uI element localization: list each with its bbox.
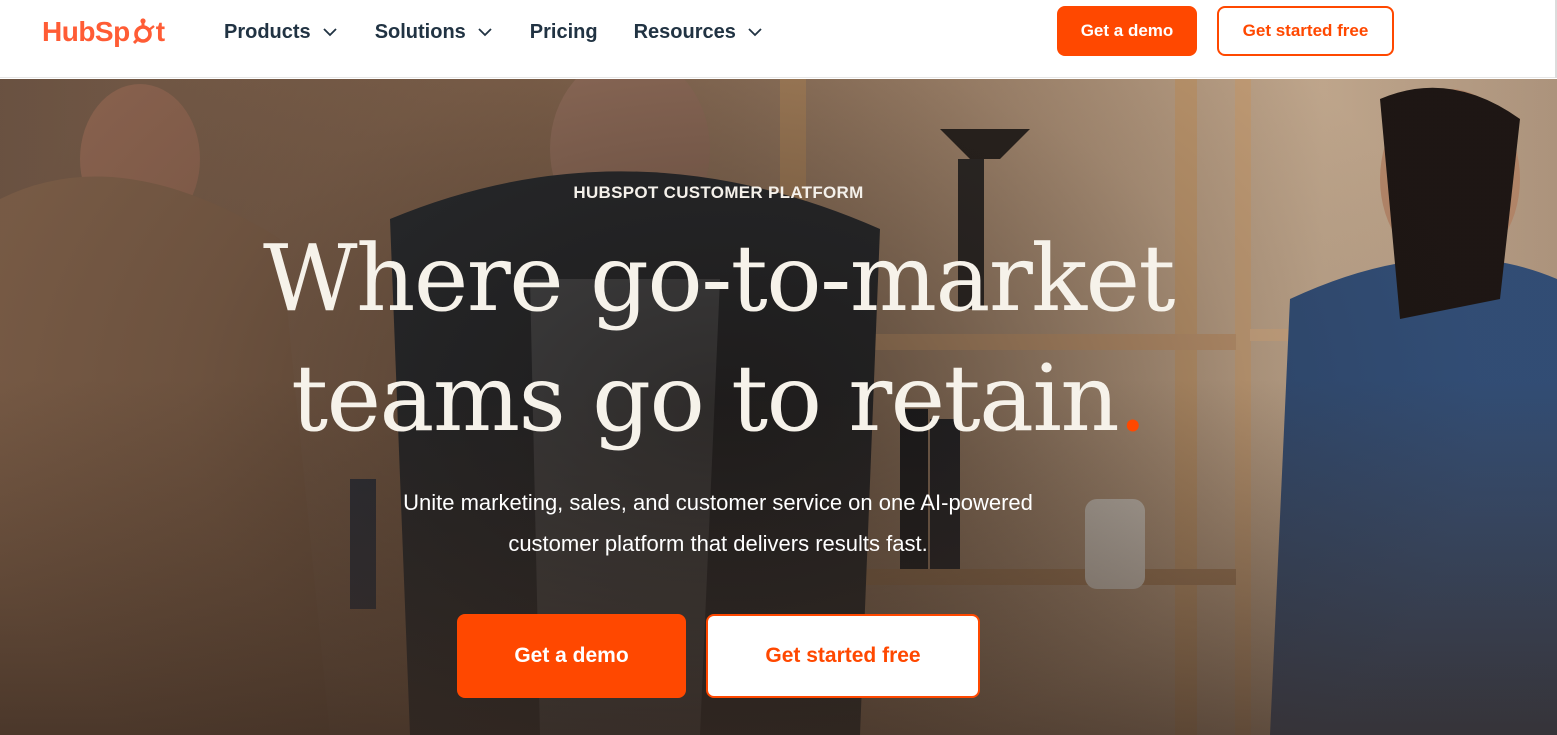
chevron-down-icon — [323, 28, 337, 37]
hero-subheadline: Unite marketing, sales, and customer ser… — [318, 482, 1118, 564]
nav-item-pricing[interactable]: Pricing — [530, 21, 598, 44]
nav-item-label: Products — [224, 20, 311, 43]
subhead-line-1: Unite marketing, sales, and customer ser… — [403, 490, 1033, 515]
logo-text-end: t — [155, 16, 165, 47]
subhead-line-2: customer platform that delivers results … — [508, 531, 928, 556]
hero-headline: Where go-to-market teams go to retain. — [200, 219, 1237, 459]
hubspot-logo[interactable]: HubSp t — [42, 14, 165, 50]
headline-accent-dot: . — [1118, 345, 1147, 452]
nav-item-label: Solutions — [374, 20, 466, 43]
hero-get-demo-button[interactable]: Get a demo — [457, 614, 686, 698]
headline-line-2: teams go to retain — [291, 345, 1120, 452]
nav-item-solutions[interactable]: Solutions — [375, 21, 494, 44]
nav-item-resources[interactable]: Resources — [634, 21, 764, 44]
chevron-down-icon — [748, 28, 762, 37]
nav-item-products[interactable]: Products — [224, 21, 339, 44]
top-navigation: HubSp t Products Solutions Pricing Resou… — [0, 0, 1557, 78]
chevron-down-icon — [478, 28, 492, 37]
headline-line-1: Where go-to-market — [263, 225, 1175, 332]
hero-eyebrow: HUBSPOT CUSTOMER PLATFORM — [573, 183, 864, 202]
main-menu: Products Solutions Pricing Resources — [224, 18, 800, 46]
nav-item-label: Pricing — [529, 20, 598, 43]
nav-get-started-free-button[interactable]: Get started free — [1217, 6, 1394, 56]
hero-get-started-free-button[interactable]: Get started free — [706, 614, 980, 698]
logo-text-start: HubSp — [42, 16, 130, 47]
nav-item-label: Resources — [633, 20, 736, 43]
nav-get-demo-button[interactable]: Get a demo — [1057, 6, 1197, 56]
sprocket-icon — [132, 18, 155, 45]
hero-section: HUBSPOT CUSTOMER PLATFORM Where go-to-ma… — [0, 79, 1557, 735]
